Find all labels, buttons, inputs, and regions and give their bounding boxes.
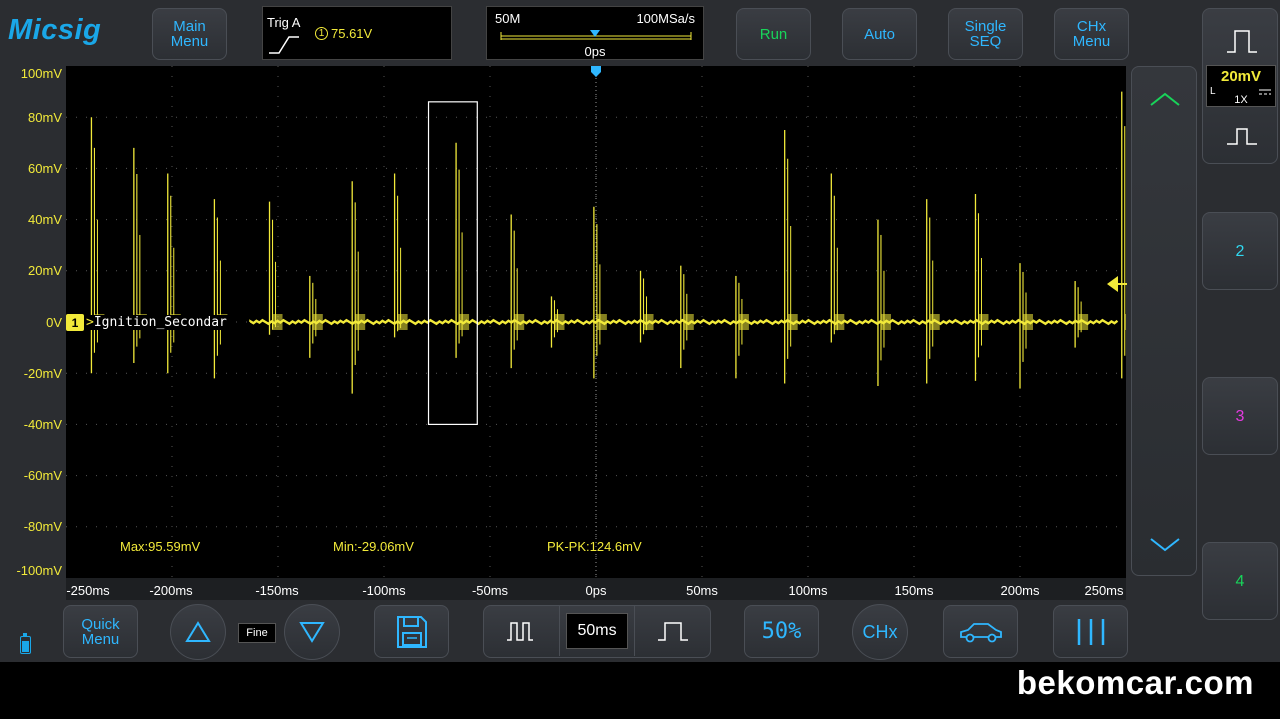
waveform-burst [514,314,525,330]
watermark: bekomcar.com [1016,664,1254,701]
waveform-burst [643,314,654,330]
x-tick-label: 50ms [686,583,718,598]
pulse-wide-icon [657,622,688,641]
trigger-title: Trig A [267,15,301,30]
x-tick-label: -100ms [362,583,406,598]
channel-3-button[interactable]: 3 [1202,377,1278,455]
sample-rate: 100MSa/s [636,11,695,26]
waveform-burst [554,314,565,330]
fine-toggle[interactable]: Fine [238,623,276,643]
measurement-pkpk: PK-PK:124.6mV [547,539,642,554]
x-tick-label: -50ms [471,583,509,598]
pulse-narrow-icon [1227,128,1257,145]
waveform-burst [1078,314,1089,330]
adjust-up-button[interactable] [170,604,226,660]
single-seq-button[interactable]: Single SEQ [948,8,1023,60]
zoom-out-time-button[interactable] [484,606,560,656]
chx-menu-button[interactable]: CHx Menu [1054,8,1129,60]
run-button[interactable]: Run [736,8,811,60]
battery-icon [20,633,31,654]
pulse-wide-icon [1227,30,1257,53]
y-tick-label: 0V [46,315,62,330]
y-tick-label: 40mV [28,212,62,227]
rising-edge-icon [269,36,299,54]
y-tick-label: 80mV [28,110,62,125]
triangle-down-icon [299,622,325,643]
waveform-burst [738,314,749,330]
memory-position-bar [500,30,692,40]
waveform-burst [978,314,989,330]
trigger-position-marker [591,66,601,77]
trigger-level-arrow-icon[interactable] [1106,274,1128,294]
pulse-train-icon [506,622,533,641]
y-tick-label: -40mV [23,417,62,432]
waveform-burst [787,314,798,330]
waveform-burst [1124,314,1135,330]
x-tick-label: 0ps [585,583,607,598]
car-icon [959,622,1002,642]
measurement-max: Max:95.59mV [120,539,201,554]
trigger-source-badge: 1 [315,27,328,40]
automotive-button[interactable] [943,605,1018,658]
x-tick-label: 150ms [894,583,934,598]
vertical-offset-panel[interactable] [1131,66,1197,576]
x-tick-label: 250ms [1084,583,1124,598]
selection-box [427,101,478,425]
y-tick-label: -80mV [23,519,62,534]
zoom-in-time-button[interactable] [634,606,710,656]
waveform-burst [929,314,940,330]
waveform-burst [397,314,408,330]
auto-button[interactable]: Auto [842,8,917,60]
waveform-burst [683,314,694,330]
waveform-burst [1023,314,1033,330]
vertical-scale-value: 20mV [1220,68,1262,85]
dc-coupling-icon [1259,89,1271,95]
y-tick-label: 100mV [20,66,62,81]
vertical-scale-readout[interactable]: 20mV L 1X [1206,65,1276,107]
x-tick-label: -200ms [149,583,193,598]
waveform-burst [312,314,323,330]
y-tick-label: 20mV [28,263,62,278]
timebase-info-panel[interactable]: 50M 100MSa/s 0ps [486,6,704,60]
quick-menu-button[interactable]: Quick Menu [63,605,138,658]
y-tick-label: -60mV [23,468,62,483]
chevron-up-icon[interactable] [1149,91,1181,107]
waveform-burst [355,314,366,330]
trigger-position: 0ps [584,44,606,59]
cursor-button[interactable] [1053,605,1128,658]
waveform-burst [459,314,470,330]
measurement-min: Min:-29.06mV [333,539,414,554]
memory-depth: 50M [495,11,521,26]
triangle-up-icon [185,621,211,642]
x-tick-label: -150ms [255,583,299,598]
waveform-burst [834,314,845,330]
waveform-burst [596,314,607,330]
floppy-disk-icon [396,615,427,648]
channel-2-button[interactable]: 2 [1202,212,1278,290]
x-tick-label: 200ms [1000,583,1040,598]
y-tick-label: -20mV [23,366,62,381]
trigger-info-panel[interactable]: Trig A 1 75.61V [262,6,452,60]
y-tick-label: 60mV [28,161,62,176]
save-button[interactable] [374,605,449,658]
chx-button[interactable]: CHx [852,604,908,660]
waveform-burst [880,314,891,330]
vertical-cursors-icon [1077,618,1104,645]
waveform-burst [272,314,283,330]
channel-1-label: Ignition_Secondar [86,315,229,330]
oscilloscope-app: Micsig Main Menu Trig A 1 75.61V 50M 100… [0,0,1280,662]
adjust-down-button[interactable] [284,604,340,660]
x-tick-label: 100ms [788,583,828,598]
x-tick-label: -250ms [66,583,110,598]
y-tick-label: -100mV [16,563,62,578]
channel-4-button[interactable]: 4 [1202,542,1278,620]
main-menu-button[interactable]: Main Menu [152,8,227,60]
channel-1-marker[interactable]: 1 [66,314,84,331]
brand-logo: Micsig [8,14,102,46]
fifty-percent-button[interactable]: 50% [744,605,819,658]
timebase-value[interactable]: 50ms [566,613,628,649]
trigger-level-value: 75.61V [331,26,373,41]
chevron-down-icon[interactable] [1149,537,1181,553]
